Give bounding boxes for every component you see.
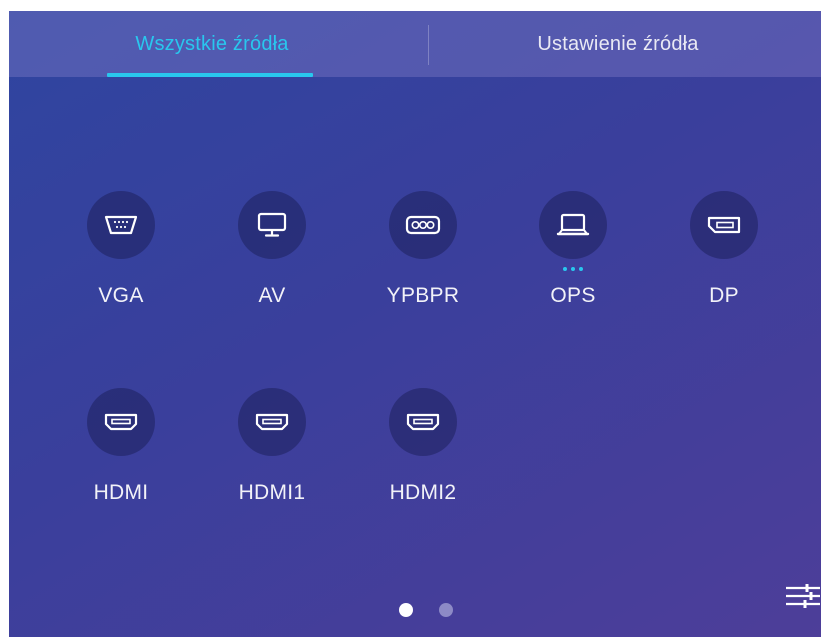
laptop-icon: [539, 191, 607, 259]
tab-all-sources-label: Wszystkie źródła: [135, 32, 289, 55]
settings-button[interactable]: [785, 579, 821, 615]
sliders-icon: [786, 584, 820, 608]
page-dot-next[interactable]: [439, 603, 453, 617]
source-label: HDMI1: [238, 481, 306, 504]
pagination: [397, 603, 457, 617]
displayport-icon: [690, 191, 758, 259]
source-av[interactable]: AV: [212, 191, 332, 321]
page-dot-current[interactable]: [399, 603, 413, 617]
monitor-icon: [238, 191, 306, 259]
source-hdmi[interactable]: HDMI: [61, 388, 181, 518]
source-ypbpr[interactable]: YPBPR: [363, 191, 483, 321]
source-label: HDMI: [93, 481, 149, 504]
source-ops[interactable]: OPS: [513, 191, 633, 321]
source-label: AV: [258, 284, 286, 307]
hdmi-port-icon: [389, 388, 457, 456]
component-port-icon: [389, 191, 457, 259]
tab-source-settings-label: Ustawienie źródła: [537, 32, 699, 55]
vga-port-icon: [87, 191, 155, 259]
source-vga[interactable]: VGA: [61, 191, 181, 321]
tab-all-sources[interactable]: Wszystkie źródła: [9, 11, 415, 77]
source-label: HDMI2: [389, 481, 457, 504]
source-panel: Wszystkie źródła Ustawienie źródła VGA A…: [9, 11, 821, 637]
source-label: OPS: [550, 284, 596, 307]
hdmi-port-icon: [238, 388, 306, 456]
source-hdmi1[interactable]: HDMI1: [212, 388, 332, 518]
active-source-indicator: [563, 267, 583, 273]
source-hdmi2[interactable]: HDMI2: [363, 388, 483, 518]
tab-source-settings[interactable]: Ustawienie źródła: [415, 11, 821, 77]
source-dp[interactable]: DP: [664, 191, 784, 321]
source-label: VGA: [98, 284, 144, 307]
source-label: YPBPR: [386, 284, 460, 307]
tab-bar: Wszystkie źródła Ustawienie źródła: [9, 11, 821, 77]
source-label: DP: [709, 284, 739, 307]
hdmi-port-icon: [87, 388, 155, 456]
active-tab-indicator: [107, 73, 313, 77]
